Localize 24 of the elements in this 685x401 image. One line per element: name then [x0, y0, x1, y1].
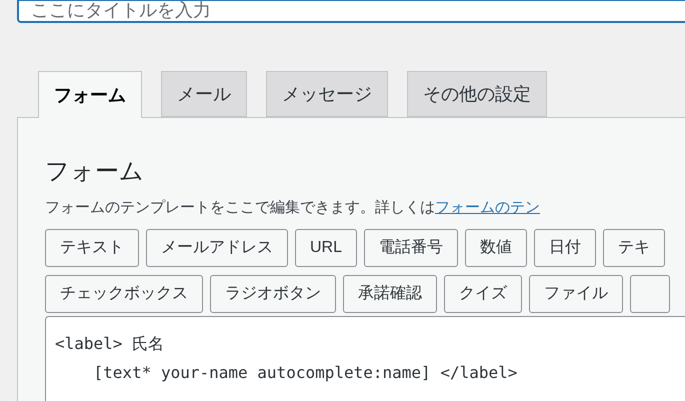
panel-heading: フォーム — [45, 157, 144, 187]
template-line: [text* your-name autocomplete:name] </label> — [92, 362, 518, 384]
tag-button[interactable]: テキスト — [45, 228, 139, 266]
tag-button[interactable]: チェックボックス — [45, 274, 203, 312]
description-text: フォームのテンプレートをここで編集できます。詳しくは — [45, 198, 435, 218]
tag-button[interactable]: 日付 — [534, 228, 596, 266]
tag-button[interactable]: 電話番号 — [364, 228, 458, 266]
tag-button[interactable]: ファイル — [529, 274, 623, 312]
tag-button[interactable]: 承諾確認 — [343, 274, 437, 312]
tag-button[interactable]: テキ — [603, 228, 666, 266]
tag-button[interactable]: メールアドレス — [146, 228, 288, 266]
tab[interactable]: メール — [161, 71, 247, 117]
docs-link[interactable]: フォームのテン — [435, 197, 540, 220]
tab[interactable]: フォーム — [38, 71, 142, 118]
tab[interactable]: その他の設定 — [407, 71, 547, 117]
tag-button[interactable]: クイズ — [444, 274, 522, 312]
tag-button[interactable]: URL — [295, 228, 358, 266]
tag-button[interactable]: ラジオボタン — [210, 274, 336, 312]
template-editor[interactable]: <label> 氏名 [text* your-name autocomplete:name] </label> — [45, 316, 685, 401]
template-line: <label> 氏名 — [55, 332, 164, 354]
tag-button[interactable]: 数値 — [465, 228, 528, 266]
title-field[interactable]: ここにタイトルを入力 — [17, 0, 685, 22]
tab[interactable]: メッセージ — [266, 71, 388, 117]
partial-button[interactable] — [630, 274, 670, 312]
